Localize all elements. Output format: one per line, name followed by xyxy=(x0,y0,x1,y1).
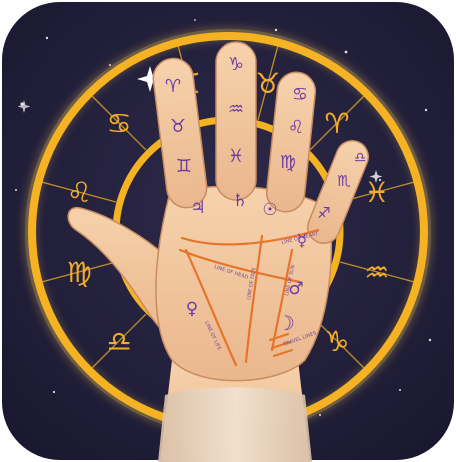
libra-icon: ♎ xyxy=(107,325,132,358)
glyph-leo-finger: ♌ xyxy=(288,117,304,138)
virgo-icon: ♍ xyxy=(67,256,92,289)
palmistry-app-icon: ♌♋♊♉♈♓♒♑♐♏♎♍ LINE OF LIFE LINE OF HEAD L… xyxy=(2,2,454,462)
moon-icon: ☽ xyxy=(277,311,295,335)
mars-icon: ♂ xyxy=(288,279,303,299)
pisces-icon: ♓ xyxy=(364,176,389,209)
sun-icon: ☉ xyxy=(262,200,277,220)
saturn-icon: ♄ xyxy=(232,191,247,211)
glyph-cancer-finger: ♋ xyxy=(292,84,308,105)
glyph-aries-finger: ♈ xyxy=(165,76,181,97)
mercury-icon: ☿ xyxy=(297,231,307,251)
glyph-virgo-finger: ♍ xyxy=(280,152,296,173)
glyph-scorpio-finger: ♏ xyxy=(337,172,351,190)
venus-icon: ♀ xyxy=(186,299,198,319)
aries-icon: ♈ xyxy=(324,107,349,140)
glyph-capricorn-finger: ♑ xyxy=(228,54,244,75)
glyph-taurus-finger: ♉ xyxy=(170,116,186,137)
glyph-aquarius-finger: ♒ xyxy=(228,99,244,120)
glyph-sagittarius-finger: ♐ xyxy=(317,204,330,222)
glyph-pisces-finger: ♓ xyxy=(228,146,244,167)
palm xyxy=(155,185,333,382)
aquarius-icon: ♒ xyxy=(364,256,389,289)
glyph-libra-finger: ♎ xyxy=(354,150,367,166)
capricorn-icon: ♑ xyxy=(324,325,349,358)
glyph-gemini-finger: ♊ xyxy=(176,156,192,177)
jupiter-icon: ♃ xyxy=(190,198,205,218)
cancer-icon: ♋ xyxy=(107,107,132,140)
leo-icon: ♌ xyxy=(67,176,92,209)
